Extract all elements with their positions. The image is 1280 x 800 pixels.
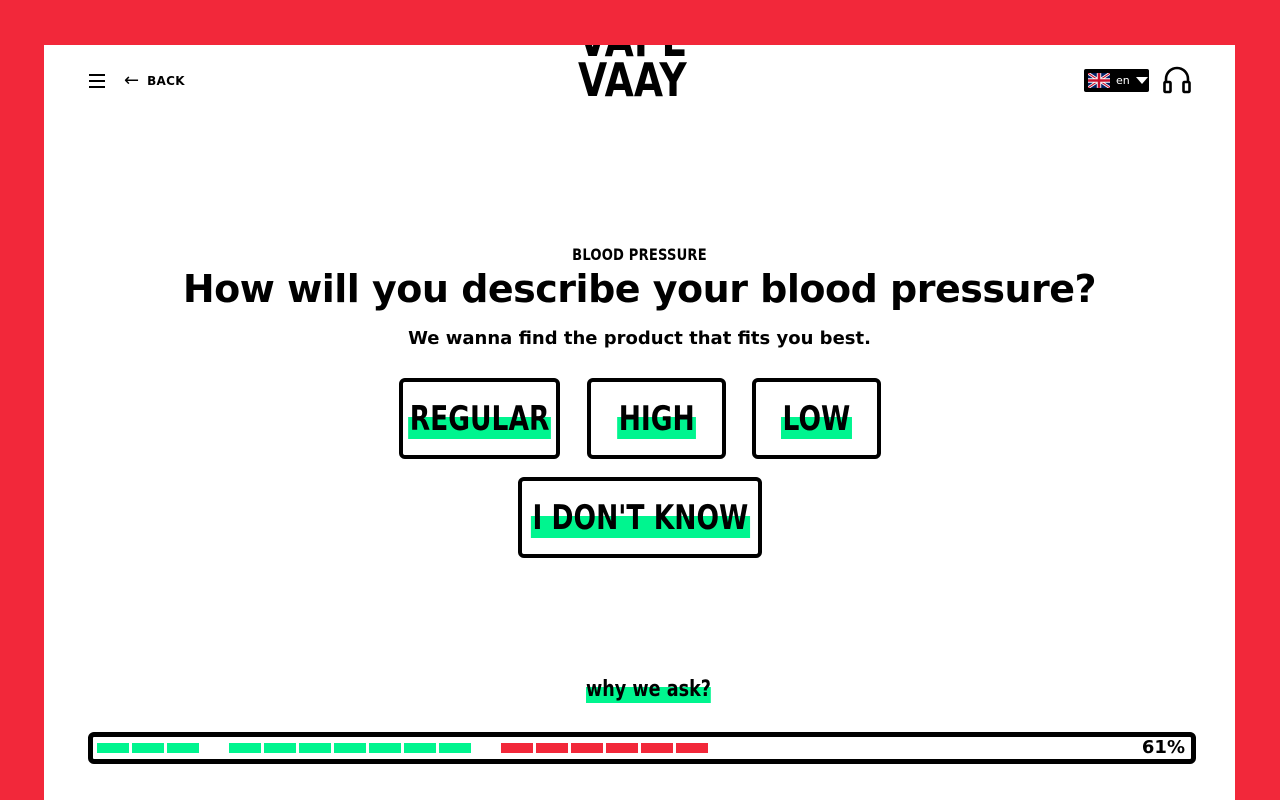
question-subtitle: We wanna find the product that fits you … — [408, 328, 871, 349]
progress-segment — [676, 743, 708, 753]
progress-percent: 61% — [1141, 737, 1185, 758]
chevron-down-icon — [1135, 77, 1148, 84]
progress-segment — [132, 743, 164, 753]
why-we-ask-link[interactable]: why we ask? — [586, 677, 712, 703]
option-dont-know[interactable]: I DON'T KNOW — [518, 477, 762, 558]
menu-icon[interactable] — [89, 74, 105, 88]
main-card: ← BACK VAPE VAAY en BLOOD PRESSURE How w… — [44, 45, 1235, 800]
uk-flag-icon — [1088, 73, 1110, 88]
option-high[interactable]: HIGH — [587, 378, 726, 459]
progress-segment — [264, 743, 296, 753]
headset-icon[interactable] — [1163, 65, 1191, 95]
arrow-left-icon: ← — [124, 70, 140, 91]
progress-segment — [536, 743, 568, 753]
progress-segment — [167, 743, 199, 753]
back-button[interactable]: ← BACK — [124, 72, 185, 90]
progress-segment — [501, 743, 533, 753]
back-label: BACK — [147, 74, 185, 88]
progress-segment — [571, 743, 603, 753]
logo-line-2: VAAY — [578, 53, 687, 107]
option-regular[interactable]: REGULAR — [399, 378, 560, 459]
progress-segment — [439, 743, 471, 753]
option-label: LOW — [781, 398, 852, 439]
progress-bar: 61% — [88, 732, 1196, 764]
progress-segment — [97, 743, 129, 753]
option-label: HIGH — [616, 398, 697, 439]
progress-segment — [229, 743, 261, 753]
option-low[interactable]: LOW — [752, 378, 881, 459]
language-code: en — [1116, 74, 1130, 87]
progress-segment — [334, 743, 366, 753]
language-selector[interactable]: en — [1084, 69, 1149, 92]
progress-segment — [606, 743, 638, 753]
progress-segment — [404, 743, 436, 753]
progress-segment — [641, 743, 673, 753]
progress-segment — [299, 743, 331, 753]
question-category: BLOOD PRESSURE — [572, 245, 707, 264]
question-title: How will you describe your blood pressur… — [182, 267, 1097, 311]
option-label: I DON'T KNOW — [530, 497, 750, 538]
logo[interactable]: VAPE VAAY — [578, 45, 687, 107]
option-label: REGULAR — [408, 398, 551, 439]
progress-segments — [97, 743, 797, 753]
progress-segment — [369, 743, 401, 753]
